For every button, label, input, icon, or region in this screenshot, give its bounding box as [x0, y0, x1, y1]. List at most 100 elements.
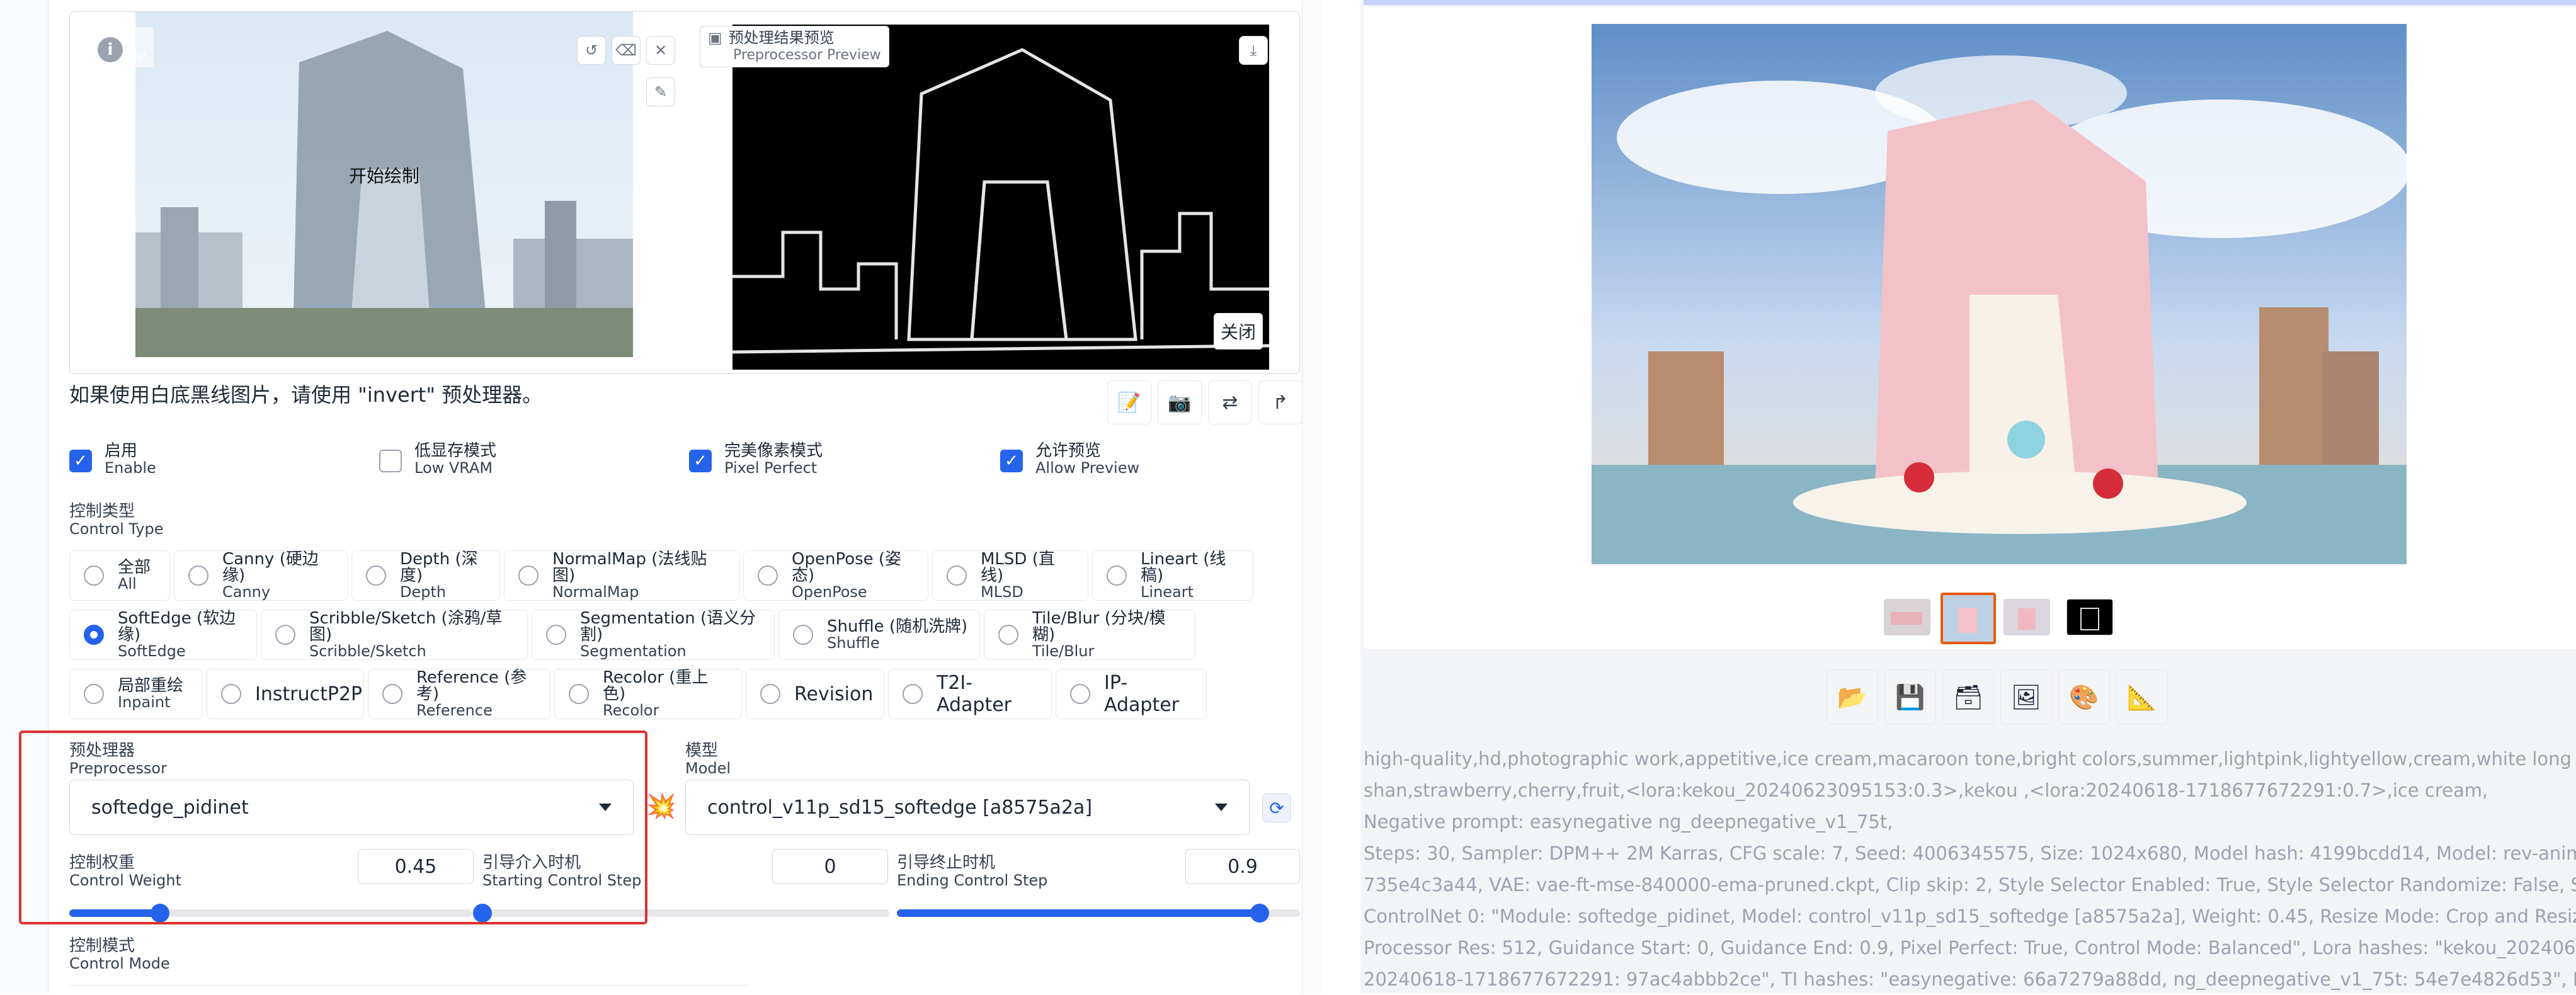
pixel-perfect-label: 完美像素模式	[724, 441, 823, 460]
radio-canny[interactable]: Canny (硬边缘) Canny	[174, 550, 348, 601]
unchecked-box	[379, 450, 402, 472]
info-line: Negative prompt: easynegative ng_deepneg…	[1364, 811, 1893, 833]
radio-shuffle[interactable]: Shuffle (随机洗牌) Shuffle	[778, 610, 980, 660]
radio-scribble[interactable]: Scribble/Sketch (涂鸦/草图) Scribble/Sketch	[261, 610, 528, 660]
ending-step-input[interactable]: 0.9	[1185, 849, 1300, 884]
enable-label: 启用	[105, 441, 138, 460]
radio-label-en: OpenPose	[792, 583, 867, 601]
generation-info: high-quality,hd,photographic work,appeti…	[1364, 743, 2576, 995]
slider-fill	[897, 909, 1260, 917]
radio-reference[interactable]: Reference (参考) Reference	[368, 669, 550, 719]
edit-icon[interactable]: 📝	[1107, 380, 1151, 424]
image-icon: ▣	[708, 29, 722, 47]
radio-label-en: Tile/Blur	[1032, 642, 1095, 660]
eraser-icon[interactable]: ⌫	[612, 36, 641, 65]
radio-inpaint[interactable]: 局部重绘 Inpaint	[69, 669, 203, 719]
radio-normalmap[interactable]: NormalMap (法线贴图) NormalMap	[504, 550, 739, 601]
upload-arrow-icon[interactable]: ↱	[1258, 380, 1302, 424]
folder-icon[interactable]: 📂	[1827, 669, 1878, 725]
fire-icon[interactable]: 💥	[646, 792, 676, 821]
radio-label: Segmentation (语义分割)	[580, 609, 756, 644]
swap-icon[interactable]: ⇄	[1208, 380, 1252, 424]
thumbnail[interactable]	[2066, 599, 2113, 635]
save-icon[interactable]: 💾	[1884, 669, 1936, 725]
model-title-en: Model	[685, 759, 731, 777]
archive-icon[interactable]: 🗃	[1942, 669, 1994, 725]
ending-step-cn: 引导终止时机	[897, 853, 996, 872]
camera-icon[interactable]: 📷	[1158, 380, 1202, 424]
radio-tile-blur[interactable]: Tile/Blur (分块/模糊) Tile/Blur	[984, 610, 1195, 660]
radio-segmentation[interactable]: Segmentation (语义分割) Segmentation	[532, 610, 775, 660]
starting-step-input[interactable]: 0	[772, 849, 888, 884]
control-type-title: 控制类型 Control Type	[69, 503, 164, 538]
output-image[interactable]	[1592, 24, 2407, 564]
model-title: 模型 Model	[685, 742, 731, 777]
radio-label-en: Shuffle	[827, 634, 880, 652]
slider-thumb[interactable]	[1250, 904, 1269, 923]
radio-label-en: Segmentation	[580, 642, 687, 660]
allow-preview-label: 允许预览	[1035, 441, 1102, 460]
info-icon[interactable]: i	[98, 37, 123, 62]
radio-label: Scribble/Sketch (涂鸦/草图)	[309, 609, 503, 644]
radio-all[interactable]: 全部 All	[69, 550, 170, 601]
radio-mlsd[interactable]: MLSD (直线) MLSD	[932, 550, 1088, 601]
download-icon[interactable]: ⤓	[1239, 36, 1268, 65]
radio-label: 全部	[118, 558, 151, 577]
radio-label: NormalMap (法线贴图)	[552, 550, 707, 585]
chevron-down-icon	[1215, 804, 1228, 811]
radio-softedge[interactable]: SoftEdge (软边缘) SoftEdge	[69, 610, 257, 660]
radio-label: Depth (深度)	[400, 550, 478, 585]
radio-label-en: Lineart	[1141, 583, 1194, 601]
close-preview-button[interactable]: 关闭	[1214, 313, 1263, 350]
model-select[interactable]: control_v11p_sd15_softedge [a8575a2a]	[685, 780, 1250, 835]
radio-t2i-adapter[interactable]: T2I-Adapter	[888, 669, 1052, 719]
radio-revision[interactable]: Revision	[746, 669, 884, 719]
low-vram-checkbox[interactable]: 低显存模式 Low VRAM	[379, 442, 496, 476]
input-image[interactable]: 开始绘制	[135, 12, 633, 357]
thumbnail-selected[interactable]	[1941, 593, 1996, 644]
control-mode-cn: 控制模式	[69, 936, 135, 955]
thumbnail[interactable]	[1884, 599, 1930, 635]
allow-preview-checkbox[interactable]: ✓ 允许预览 Allow Preview	[1000, 442, 1139, 476]
radio-label-en: SoftEdge	[118, 642, 186, 660]
radio-openpose[interactable]: OpenPose (姿态) OpenPose	[743, 550, 928, 601]
ending-step-title: 引导终止时机 Ending Control Step	[897, 854, 1047, 889]
draw-overlay-text: 开始绘制	[349, 166, 419, 186]
refresh-icon[interactable]: ⟳	[1262, 793, 1291, 822]
radio-label: Recolor (重上色)	[603, 668, 709, 703]
radio-instructp2p[interactable]: InstructP2P	[207, 669, 364, 719]
radio-label: Tile/Blur (分块/模糊)	[1032, 609, 1166, 644]
control-mode-title: 控制模式 Control Mode	[69, 937, 170, 972]
radio-lineart[interactable]: Lineart (线稿) Lineart	[1092, 550, 1253, 601]
ruler-icon[interactable]: 📐	[2116, 669, 2168, 725]
enable-label-en: Enable	[105, 459, 156, 477]
radio-label-en: Scribble/Sketch	[309, 642, 426, 660]
radio-label-en: All	[118, 575, 137, 593]
check-icon: ✓	[1000, 450, 1023, 472]
radio-label-en: Reference	[416, 702, 493, 719]
control-mode-en: Control Mode	[69, 955, 170, 972]
thumbnail-strip	[1884, 590, 2113, 644]
ending-step-slider[interactable]	[897, 904, 1300, 923]
control-type-title-en: Control Type	[69, 520, 164, 538]
output-header-bar	[1364, 0, 2576, 5]
close-icon[interactable]: ✕	[646, 36, 675, 65]
radio-depth[interactable]: Depth (深度) Depth	[351, 550, 500, 601]
radio-ip-adapter[interactable]: IP-Adapter	[1056, 669, 1207, 719]
radio-label-en: Recolor	[603, 702, 659, 719]
info-line: high-quality,hd,photographic work,appeti…	[1364, 748, 2576, 770]
info-line: Processor Res: 512, Guidance Start: 0, G…	[1364, 937, 2576, 958]
pixel-perfect-checkbox[interactable]: ✓ 完美像素模式 Pixel Perfect	[689, 442, 823, 476]
brush-icon[interactable]: ✎	[646, 77, 675, 106]
undo-icon[interactable]: ↺	[577, 36, 606, 65]
radio-label: Lineart (线稿)	[1141, 550, 1226, 585]
radio-recolor[interactable]: Recolor (重上色) Recolor	[554, 669, 742, 719]
radio-label: 局部重绘	[118, 676, 184, 695]
invert-hint: 如果使用白底黑线图片，请使用 "invert" 预处理器。	[69, 383, 543, 407]
palette-icon[interactable]: 🎨	[2058, 669, 2110, 725]
picture-icon[interactable]: 🖼	[2000, 669, 2052, 725]
enable-checkbox[interactable]: ✓ 启用 Enable	[69, 442, 156, 476]
check-icon: ✓	[689, 450, 712, 472]
ending-step-en: Ending Control Step	[897, 872, 1048, 889]
thumbnail[interactable]	[2003, 599, 2050, 635]
